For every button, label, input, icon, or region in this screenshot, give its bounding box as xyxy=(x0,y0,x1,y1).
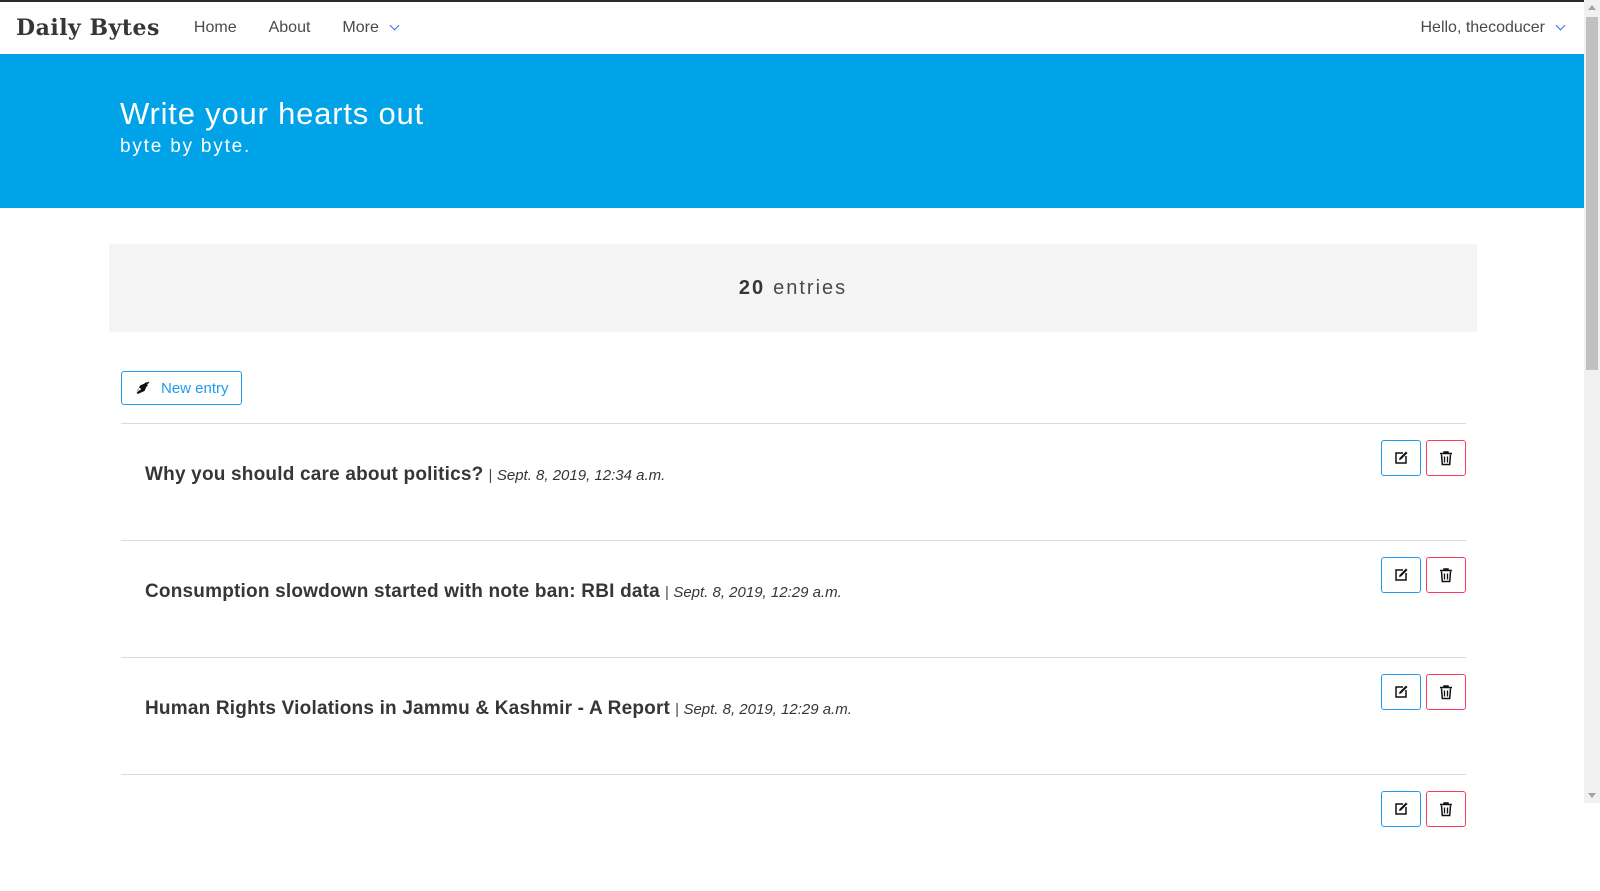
hero-banner: Write your hearts out byte by byte. xyxy=(0,54,1584,208)
entry-text: Human Rights Violations in Jammu & Kashm… xyxy=(145,698,852,720)
entry-separator: | xyxy=(664,584,669,601)
entry-separator: | xyxy=(488,467,493,484)
nav-more-dropdown[interactable]: More xyxy=(326,2,413,54)
nav-about-label: About xyxy=(268,19,311,36)
hero-title: Write your hearts out xyxy=(120,96,424,131)
entry-title[interactable]: Human Rights Violations in Jammu & Kashm… xyxy=(145,698,670,719)
entry-title[interactable]: Consumption slowdown started with note b… xyxy=(145,581,660,602)
entry-list: Why you should care about politics? | Sep… xyxy=(121,423,1466,891)
entry-actions xyxy=(1381,791,1466,827)
entry-text: Consumption slowdown started with note b… xyxy=(145,581,842,603)
new-entry-label: New entry xyxy=(161,379,229,397)
chevron-down-icon xyxy=(1555,20,1566,30)
user-greeting: Hello, thecoducer xyxy=(1420,19,1545,36)
delete-button[interactable] xyxy=(1426,674,1466,710)
delete-button[interactable] xyxy=(1426,791,1466,827)
entry-date: Sept. 8, 2019, 12:29 a.m. xyxy=(683,701,852,718)
entry-title[interactable]: Why you should care about politics? xyxy=(145,464,483,485)
edit-button[interactable] xyxy=(1381,674,1421,710)
list-item: Consumption slowdown started with note b… xyxy=(121,540,1466,657)
list-item: Why you should care about politics? | Sep… xyxy=(121,423,1466,540)
entry-date: Sept. 8, 2019, 12:29 a.m. xyxy=(673,584,842,601)
edit-icon xyxy=(1395,685,1408,698)
trash-icon xyxy=(1440,802,1452,817)
nav-about[interactable]: About xyxy=(253,2,327,54)
navbar: Daily Bytes Home About More Hello, theco… xyxy=(0,2,1584,54)
trash-icon xyxy=(1440,685,1452,700)
edit-icon xyxy=(1395,451,1408,464)
entry-actions xyxy=(1381,557,1466,593)
new-entry-button[interactable]: New entry xyxy=(121,371,242,405)
brand-logo[interactable]: Daily Bytes xyxy=(16,15,160,41)
pen-icon xyxy=(136,381,150,394)
nav-home[interactable]: Home xyxy=(178,2,253,54)
entry-actions xyxy=(1381,440,1466,476)
trash-icon xyxy=(1440,568,1452,583)
nav-home-label: Home xyxy=(193,19,237,36)
edit-icon xyxy=(1395,802,1408,815)
entries-count-box: 20 entries xyxy=(109,244,1477,332)
entry-date: Sept. 8, 2019, 12:34 a.m. xyxy=(496,467,666,484)
list-item: Human Rights Violations in Jammu & Kashm… xyxy=(121,657,1466,774)
edit-icon xyxy=(1395,568,1408,581)
edit-button[interactable] xyxy=(1381,557,1421,593)
nav-more-label: More xyxy=(342,19,379,36)
delete-button[interactable] xyxy=(1426,440,1466,476)
entries-label: entries xyxy=(773,276,848,299)
scroll-down-arrow-icon[interactable] xyxy=(1588,793,1596,798)
edit-button[interactable] xyxy=(1381,791,1421,827)
vertical-scrollbar[interactable] xyxy=(1584,0,1600,803)
user-menu-dropdown[interactable]: Hello, thecoducer xyxy=(1404,2,1584,54)
entry-text: Why you should care about politics? | Sep… xyxy=(145,464,665,486)
entries-count: 20 xyxy=(738,276,766,299)
trash-icon xyxy=(1440,451,1452,466)
entry-separator: | xyxy=(675,701,679,718)
chevron-down-icon xyxy=(389,20,400,30)
hero-subtitle: byte by byte. xyxy=(120,136,252,157)
entry-actions xyxy=(1381,674,1466,710)
scrollbar-thumb[interactable] xyxy=(1586,17,1598,370)
delete-button[interactable] xyxy=(1426,557,1466,593)
list-item xyxy=(121,774,1466,891)
scroll-up-arrow-icon[interactable] xyxy=(1588,5,1596,10)
edit-button[interactable] xyxy=(1381,440,1421,476)
